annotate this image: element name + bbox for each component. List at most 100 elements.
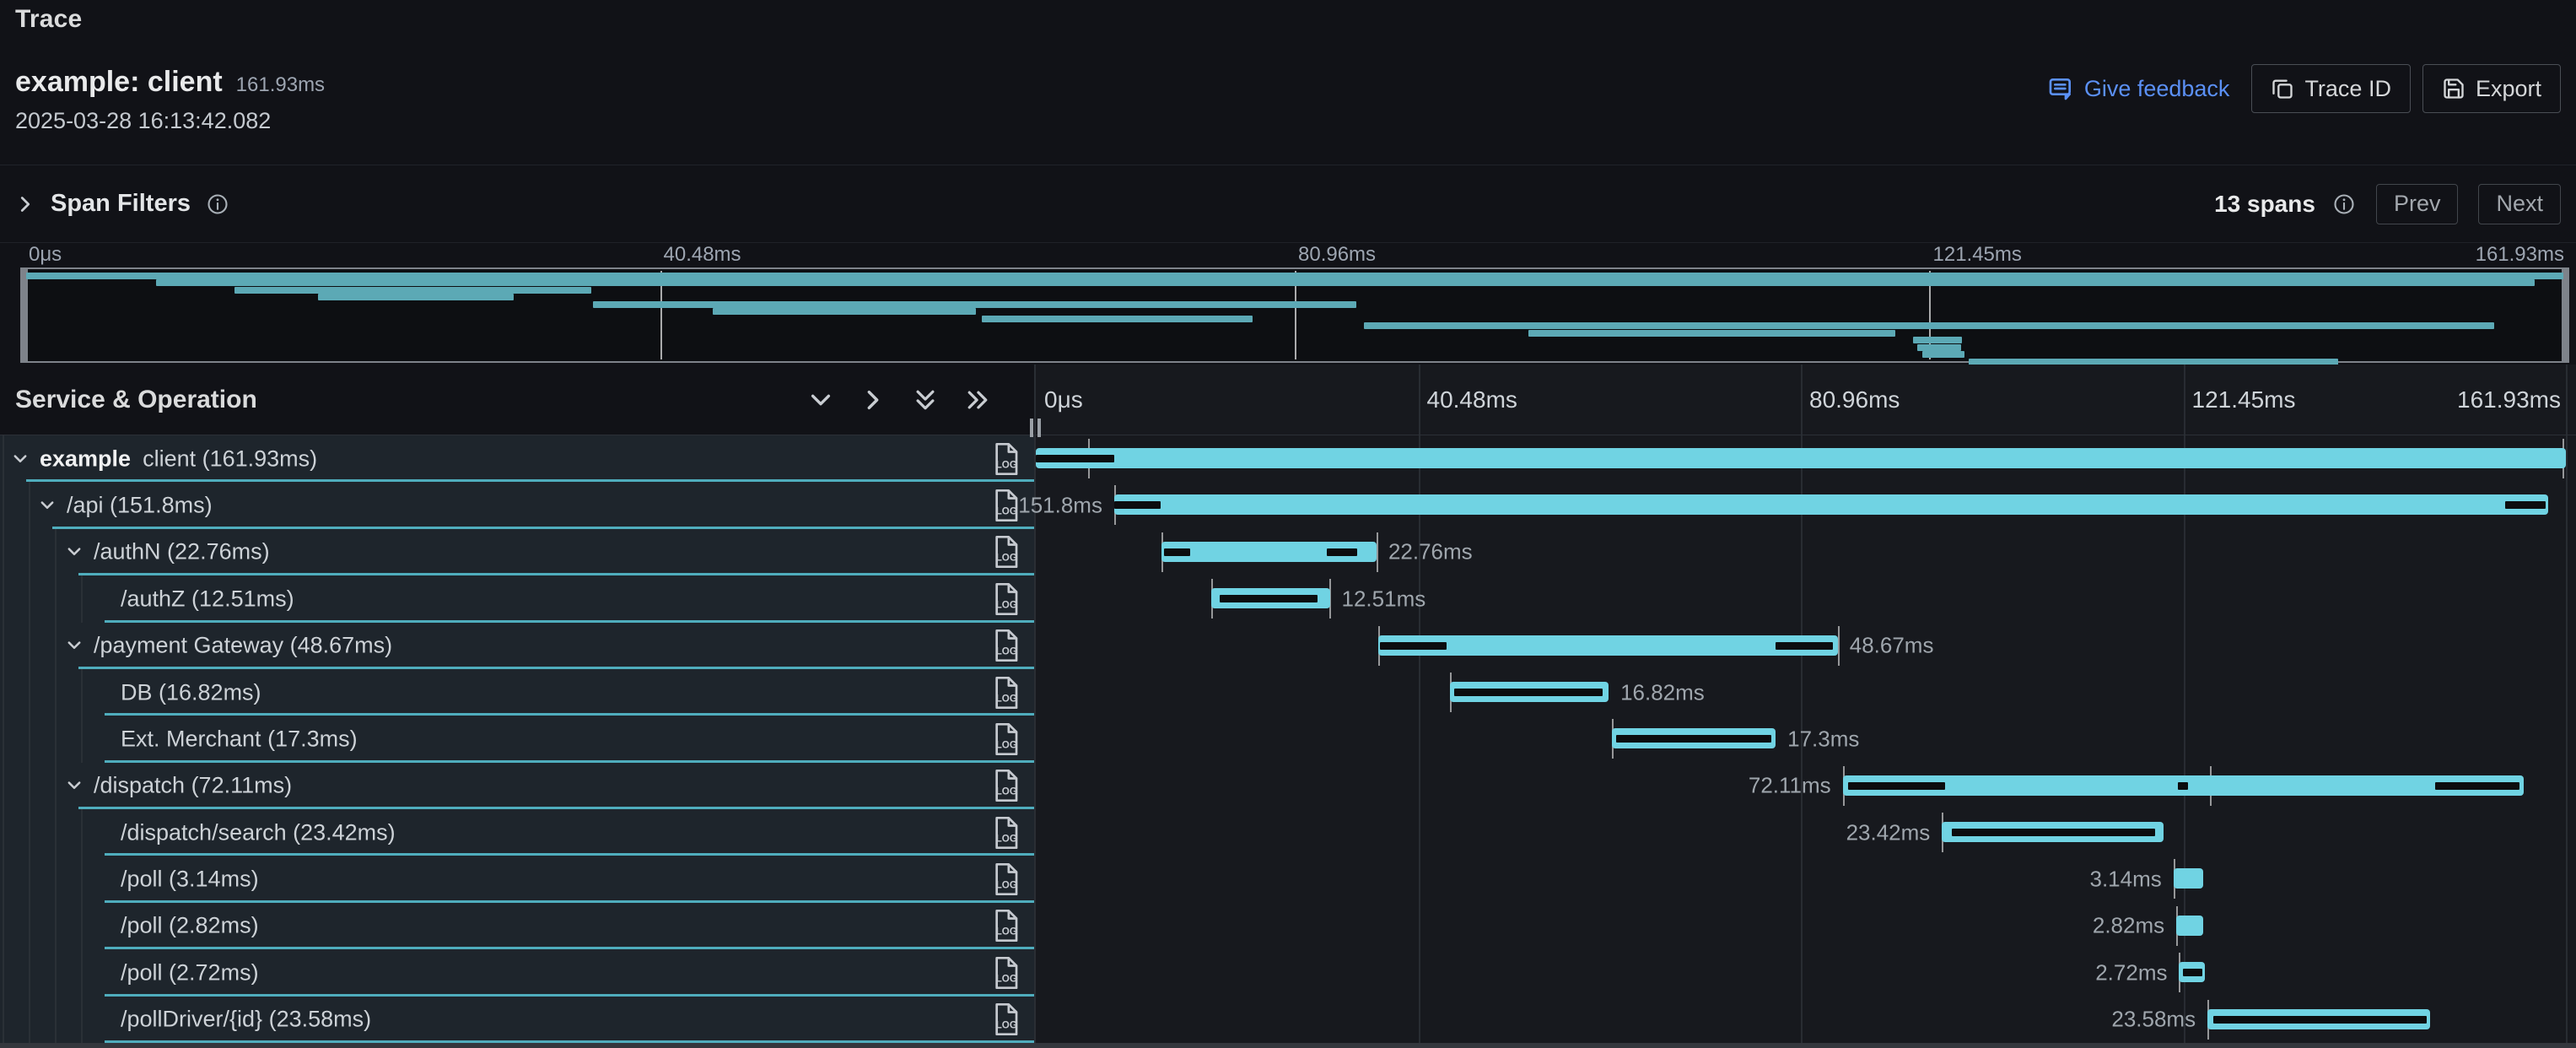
span-row[interactable]: /poll (3.14ms)LOG <box>0 856 1034 902</box>
indent-guide <box>81 949 83 996</box>
minimap-span-bar <box>1364 322 2494 329</box>
expand-one-button[interactable] <box>859 386 887 414</box>
log-icon[interactable]: LOG <box>992 535 1021 569</box>
log-icon[interactable]: LOG <box>992 676 1021 710</box>
log-icon[interactable]: LOG <box>992 769 1021 802</box>
indent-guide <box>81 716 83 762</box>
span-row[interactable]: /payment Gateway (48.67ms) LOG <box>0 623 1034 669</box>
log-icon[interactable]: LOG <box>992 862 1021 896</box>
indent-guide <box>29 856 30 902</box>
collapse-one-button[interactable] <box>806 386 835 414</box>
copy-icon <box>2271 77 2294 100</box>
indent-guide <box>29 482 30 528</box>
svg-text:LOG: LOG <box>996 506 1017 517</box>
indent-guide <box>81 809 83 856</box>
log-icon[interactable]: LOG <box>992 816 1021 850</box>
chevron-down-icon[interactable] <box>65 543 84 561</box>
indent-guide <box>29 809 30 856</box>
span-row[interactable]: /dispatch/search (23.42ms)LOG <box>0 809 1034 856</box>
minimap-canvas[interactable] <box>20 267 2569 363</box>
indent-guide <box>55 716 57 762</box>
span-name: /authZ (12.51ms) <box>121 586 294 612</box>
indent-guide <box>81 856 83 902</box>
span-bar-row: 72.11ms <box>1036 763 2576 809</box>
minimap-axis: 0μs40.48ms80.96ms121.45ms161.93ms <box>25 243 2564 267</box>
timeline-tick-label: 80.96ms <box>1809 386 1900 413</box>
svg-text:LOG: LOG <box>996 833 1017 844</box>
indent-guide <box>3 575 4 622</box>
span-boundary-tick <box>1329 579 1331 619</box>
expand-all-button[interactable] <box>963 386 992 414</box>
log-icon[interactable]: LOG <box>992 909 1021 943</box>
give-feedback-link[interactable]: Give feedback <box>2047 75 2230 102</box>
span-row[interactable]: /api (151.8ms)LOG <box>0 482 1034 528</box>
span-bar[interactable] <box>1378 635 1838 656</box>
info-icon[interactable] <box>2332 192 2356 216</box>
span-row[interactable]: /authN (22.76ms)LOG <box>0 529 1034 575</box>
info-icon[interactable] <box>206 192 229 216</box>
page-title: Trace <box>15 5 2561 34</box>
log-marker <box>2213 1016 2427 1024</box>
log-marker <box>1327 548 1357 556</box>
trace-view: Trace example: client 161.93ms 2025-03-2… <box>0 0 2576 1048</box>
trace-minimap[interactable]: 0μs40.48ms80.96ms121.45ms161.93ms <box>0 243 2576 365</box>
log-marker <box>2183 969 2203 976</box>
span-row[interactable]: DB (16.82ms)LOG <box>0 669 1034 716</box>
chevron-down-icon[interactable] <box>11 450 30 468</box>
span-bar[interactable] <box>2176 916 2203 936</box>
timeline-tick-label: 161.93ms <box>2457 386 2561 413</box>
indent-guide <box>3 482 4 528</box>
collapse-all-button[interactable] <box>911 386 940 414</box>
span-bar[interactable] <box>2174 868 2203 889</box>
prev-button[interactable]: Prev <box>2376 184 2459 224</box>
export-button[interactable]: Export <box>2422 64 2561 113</box>
log-icon[interactable]: LOG <box>992 582 1021 616</box>
span-name: /payment Gateway (48.67ms) <box>94 633 392 659</box>
span-row[interactable]: Ext. Merchant (17.3ms)LOG <box>0 716 1034 762</box>
span-name: /poll (2.82ms) <box>121 913 259 939</box>
log-icon[interactable]: LOG <box>992 956 1021 990</box>
span-row[interactable]: /pollDriver/{id} (23.58ms)LOG <box>0 997 1034 1043</box>
indent-guide <box>3 435 4 482</box>
indent-guide <box>3 903 4 949</box>
indent-guide <box>29 997 30 1043</box>
chevron-down-icon[interactable] <box>38 496 57 515</box>
log-marker <box>2505 501 2546 509</box>
svg-text:LOG: LOG <box>996 926 1017 937</box>
minimap-span-bar <box>982 316 1253 322</box>
minimap-plot <box>26 271 2563 359</box>
log-marker <box>1454 689 1603 696</box>
span-filters-toggle[interactable]: Span Filters <box>15 190 229 218</box>
chevron-right-icon <box>15 194 35 214</box>
span-duration-label: 22.76ms <box>1388 539 1473 565</box>
next-button[interactable]: Next <box>2478 184 2561 224</box>
log-icon[interactable]: LOG <box>992 442 1021 476</box>
span-row[interactable]: /poll (2.82ms) LOG <box>0 903 1034 949</box>
span-bar[interactable] <box>1036 448 2566 468</box>
save-icon <box>2442 77 2466 100</box>
log-marker <box>1164 548 1189 556</box>
span-bar-row: 151.8ms <box>1036 482 2576 528</box>
log-icon[interactable]: LOG <box>992 489 1021 522</box>
span-bar[interactable] <box>1114 494 2549 515</box>
trace-id-button[interactable]: Trace ID <box>2251 64 2411 113</box>
span-name: exampleclient (161.93ms) <box>40 446 317 472</box>
span-row[interactable]: /dispatch (72.11ms)LOG <box>0 763 1034 809</box>
indent-guide <box>3 949 4 996</box>
span-filters-bar: Span Filters 13 spans Prev Next <box>0 165 2576 243</box>
log-icon[interactable]: LOG <box>992 1002 1021 1036</box>
span-row[interactable]: /poll (2.72ms)LOG <box>0 949 1034 996</box>
horizontal-scrollbar[interactable] <box>0 1043 2576 1048</box>
indent-guide <box>3 809 4 856</box>
log-icon[interactable]: LOG <box>992 629 1021 662</box>
indent-guide <box>55 856 57 902</box>
chevron-down-icon[interactable] <box>65 636 84 655</box>
span-duration-label: 2.82ms <box>2093 913 2164 939</box>
minimap-span-bar <box>156 279 2535 286</box>
chevron-down-icon[interactable] <box>65 776 84 795</box>
column-resize-handle[interactable] <box>1030 419 1041 437</box>
log-icon[interactable]: LOG <box>992 722 1021 756</box>
span-row[interactable]: /authZ (12.51ms) LOG <box>0 575 1034 622</box>
span-bar-row: 23.58ms <box>1036 997 2576 1043</box>
span-row[interactable]: exampleclient (161.93ms) LOG <box>0 435 1034 482</box>
